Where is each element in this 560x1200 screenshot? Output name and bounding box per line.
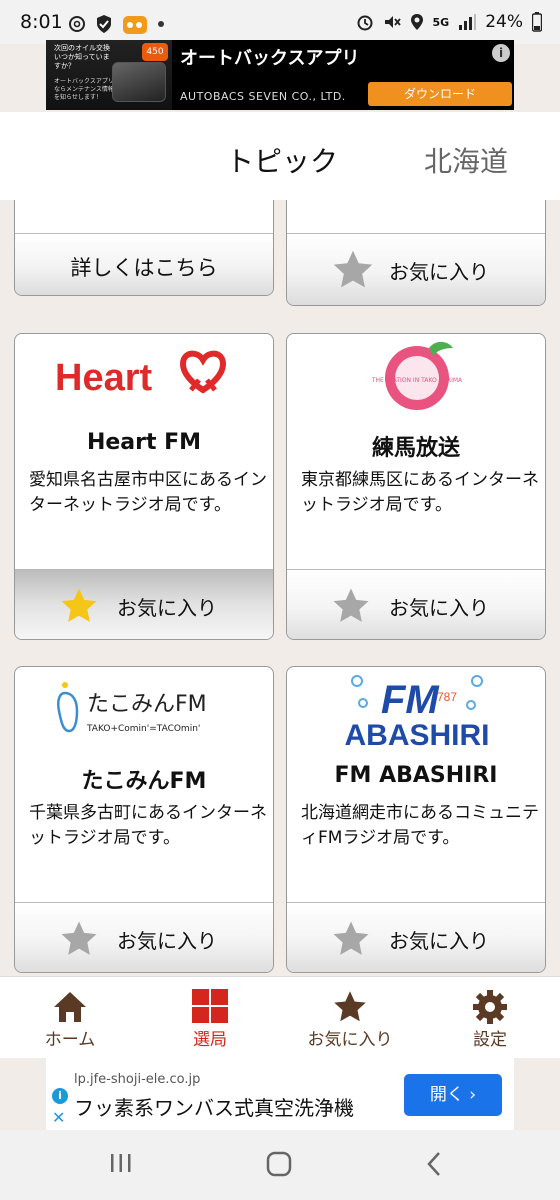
- battery-icon: [532, 12, 542, 32]
- station-card-partial: お気に入り: [286, 200, 546, 306]
- station-name: 練馬放送: [371, 436, 460, 461]
- ad-info-icon[interactable]: i: [492, 44, 510, 62]
- star-icon: [333, 921, 369, 955]
- bottom-ad-banner[interactable]: i ✕ lp.jfe-shoji-ele.co.jp フッ素系ワンバス式真空洗浄…: [46, 1058, 514, 1130]
- station-card-nerima[interactable]: THE STATION IN TAKO NERIMA 練馬放送 東京都練馬区にあ…: [286, 333, 546, 640]
- threads-icon: [69, 16, 85, 32]
- alarm-icon: [357, 15, 373, 31]
- nerima-logo: THE STATION IN TAKO NERIMA: [287, 334, 545, 414]
- back-icon[interactable]: [424, 1150, 444, 1178]
- nav-favorites-label: お気に入り: [307, 1030, 393, 1050]
- station-description: 愛知県名古屋市中区にあるインターネットラジオ局です。: [29, 470, 267, 515]
- recent-apps-icon[interactable]: [108, 1150, 134, 1176]
- mute-icon: [384, 16, 401, 28]
- bottom-navigation: ホーム 選局 お気に入り 設定: [0, 976, 560, 1058]
- nerima-logo-text: THE STATION IN TAKO NERIMA: [371, 377, 463, 384]
- home-button-icon[interactable]: [265, 1150, 293, 1178]
- station-name: FM ABASHIRI: [334, 763, 498, 788]
- favorite-button[interactable]: お気に入り: [287, 233, 545, 305]
- station-card-takomin-fm[interactable]: たこみんFM TAKO+Comin'=TACOmin' たこみんFM 千葉県多古…: [14, 666, 274, 973]
- takomin-fm-logo: たこみんFM TAKO+Comin'=TACOmin': [15, 667, 273, 747]
- battery-percent: 24%: [485, 12, 523, 32]
- svg-text:FM: FM: [381, 678, 440, 722]
- abashiri-logo-sub: 787: [437, 690, 457, 704]
- station-description: 東京都練馬区にあるインターネットラジオ局です。: [301, 470, 539, 515]
- nav-favorites[interactable]: お気に入り: [280, 977, 420, 1059]
- ad-open-button[interactable]: 開く ›: [404, 1074, 502, 1116]
- chevron-right-icon: ›: [469, 1085, 477, 1105]
- location-icon: [410, 14, 423, 30]
- favorite-label: お気に入り: [389, 596, 489, 620]
- ad-url: lp.jfe-shoji-ele.co.jp: [74, 1072, 201, 1087]
- nav-home[interactable]: ホーム: [0, 977, 140, 1059]
- favorite-label: お気に入り: [117, 596, 217, 620]
- dot-icon: [158, 21, 164, 27]
- ad-info-icon[interactable]: i: [52, 1088, 68, 1104]
- nav-settings-label: 設定: [473, 1030, 507, 1050]
- ad-close-icon[interactable]: ✕: [52, 1108, 65, 1127]
- details-button[interactable]: 詳しくはこちら: [15, 233, 273, 295]
- network-type: 5G: [432, 15, 450, 29]
- ad-headline: フッ素系ワンバス式真空洗浄機: [74, 1096, 354, 1120]
- fm-abashiri-logo: FM 787 ABASHIRI: [287, 667, 545, 752]
- ad-thumb-text: 次回のオイル交換いつか知っていますか？: [54, 44, 110, 70]
- status-bar: 8:01 5G 24%: [0, 0, 560, 44]
- station-description: 北海道網走市にあるコミュニティFMラジオ局です。: [301, 803, 539, 848]
- shield-check-icon: [97, 15, 111, 33]
- station-card-partial: 詳しくはこちら: [14, 200, 274, 296]
- star-icon: [61, 588, 97, 622]
- car-image: [112, 62, 166, 102]
- signal-icon: [459, 14, 477, 30]
- station-card-heart-fm[interactable]: Heart Heart FM 愛知県名古屋市中区にあるインターネットラジオ局です…: [14, 333, 274, 640]
- ad-advertiser: AUTOBACS SEVEN CO., LTD.: [180, 90, 346, 103]
- star-icon: [333, 588, 369, 622]
- station-name: Heart FM: [86, 430, 202, 455]
- favorite-button[interactable]: お気に入り: [15, 902, 273, 972]
- ad-download-button[interactable]: ダウンロード: [368, 82, 512, 106]
- favorite-button[interactable]: お気に入り: [287, 569, 545, 639]
- favorite-label: お気に入り: [389, 260, 489, 284]
- station-name: たこみんFM: [81, 769, 207, 794]
- favorite-button[interactable]: お気に入り: [15, 569, 273, 639]
- app-badge-icon: [123, 16, 147, 34]
- nav-home-label: ホーム: [44, 1030, 96, 1050]
- nav-settings[interactable]: 設定: [420, 977, 560, 1059]
- heart-fm-logo: Heart: [15, 334, 273, 414]
- tab-topic[interactable]: トピック: [226, 140, 338, 180]
- station-description: 千葉県多古町にあるインターネットラジオ局です。: [29, 803, 267, 848]
- tab-bar: トピック 北海道: [0, 112, 560, 200]
- system-navigation-bar: [0, 1130, 560, 1200]
- favorite-button[interactable]: お気に入り: [287, 902, 545, 972]
- home-icon: [54, 992, 86, 1022]
- nav-station-select[interactable]: 選局: [140, 977, 280, 1059]
- ad-title: オートバックスアプリ: [180, 48, 360, 69]
- star-icon: [334, 991, 366, 1022]
- star-icon: [61, 921, 97, 955]
- top-ad-banner[interactable]: 次回のオイル交換いつか知っていますか？ オートバックスアプリならメンテナンス情報…: [46, 40, 514, 110]
- station-grid[interactable]: 詳しくはこちら お気に入り Heart Heart FM 愛知県名古屋市中区にあ…: [0, 200, 560, 976]
- ad-open-label: 開く: [429, 1085, 464, 1105]
- status-time: 8:01: [20, 11, 63, 33]
- abashiri-logo-text: ABASHIRI: [344, 719, 489, 751]
- ad-thumbnail: 次回のオイル交換いつか知っていますか？ オートバックスアプリならメンテナンス情報…: [46, 40, 172, 110]
- heart-fm-logo-text: Heart: [55, 357, 152, 399]
- station-card-fm-abashiri[interactable]: FM 787 ABASHIRI FM ABASHIRI 北海道網走市にあるコミュ…: [286, 666, 546, 973]
- star-icon: [333, 250, 373, 288]
- favorite-label: お気に入り: [117, 929, 217, 953]
- details-button-label: 詳しくはこちら: [70, 256, 218, 280]
- ad-thumb-subtext: オートバックスアプリならメンテナンス情報を知らせします！: [54, 78, 114, 101]
- tab-hokkaido[interactable]: 北海道: [424, 140, 508, 180]
- favorite-label: お気に入り: [389, 929, 489, 953]
- takomin-logo-sub: TAKO+Comin'=TACOmin': [86, 724, 200, 734]
- grid-icon: [192, 989, 228, 1023]
- takomin-logo-text: たこみんFM: [87, 692, 207, 717]
- nav-station-select-label: 選局: [193, 1030, 227, 1050]
- gear-icon: [473, 990, 507, 1024]
- ad-thumb-badge: 450: [142, 43, 168, 61]
